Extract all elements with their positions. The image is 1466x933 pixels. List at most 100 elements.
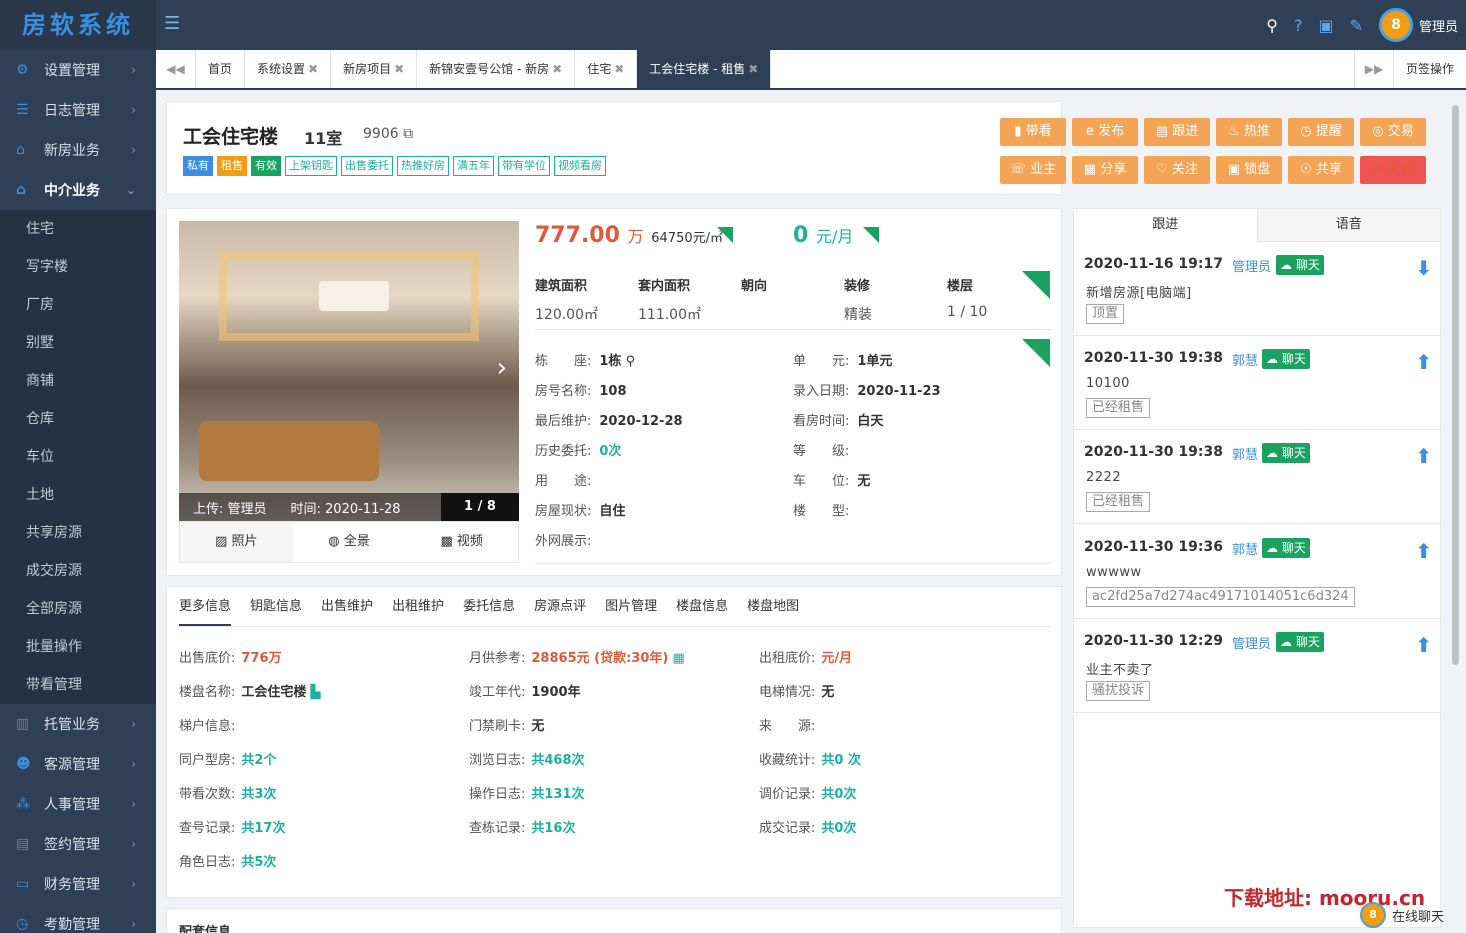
up-arrow-icon[interactable]: ⬆ (1415, 633, 1432, 657)
info-value[interactable]: 共131次 (531, 787, 584, 802)
follow-author[interactable]: 郭慧 (1232, 539, 1258, 558)
building-icon[interactable]: ▙ (311, 685, 321, 700)
follow-author[interactable]: 郭慧 (1232, 444, 1258, 463)
remind-button[interactable]: ◷ 提醒 (1288, 118, 1354, 146)
tab-photos[interactable]: ▨ 照片 (180, 522, 293, 562)
location-pin-icon[interactable]: ⚲ (626, 354, 636, 369)
tab-home[interactable]: 首页 (196, 50, 246, 88)
close-icon[interactable]: ✖ (552, 62, 562, 76)
up-arrow-icon[interactable]: ⬆ (1415, 539, 1432, 563)
info-value[interactable]: 共17次 (241, 821, 285, 836)
sidebar-subitem[interactable]: 厂房 (0, 286, 156, 324)
sidebar-item-finance[interactable]: ▭ 财务管理 › (0, 864, 156, 904)
scrollbar[interactable] (1452, 105, 1459, 665)
admin-name[interactable]: 管理员 (1419, 16, 1458, 35)
tab-settings[interactable]: 系统设置 ✖ (245, 50, 332, 88)
sidebar-subitem[interactable]: 全部房源 (0, 590, 156, 628)
sidebar-subitem[interactable]: 住宅 (0, 210, 156, 248)
sidebar-subitem[interactable]: 商铺 (0, 362, 156, 400)
tab-newhouse[interactable]: 新房项目 ✖ (331, 50, 418, 88)
tab-entrust[interactable]: 委托信息 (463, 587, 515, 626)
sidebar-subitem[interactable]: 批量操作 (0, 628, 156, 666)
chat-button[interactable]: ☁ 聊天 (1276, 255, 1324, 275)
tab-voice[interactable]: 语音 (1257, 209, 1440, 242)
info-value[interactable]: 共16次 (531, 821, 575, 836)
sidebar-item-logs[interactable]: ☰ 日志管理 › (0, 90, 156, 130)
tab-current[interactable]: 工会住宅楼 - 租售 ✖ (637, 50, 772, 88)
close-icon[interactable]: ✖ (394, 62, 404, 76)
info-value[interactable]: 共3次 (241, 787, 276, 802)
help-icon[interactable]: ? (1294, 16, 1303, 35)
edit-flag-icon[interactable] (863, 227, 879, 243)
edit-flag-icon[interactable] (1022, 339, 1050, 367)
sidebar-subitem[interactable]: 土地 (0, 476, 156, 514)
lock-button[interactable]: ▣ 锁盘 (1216, 156, 1282, 184)
info-value[interactable]: 共0次 (821, 821, 856, 836)
tab-estate-map[interactable]: 楼盘地图 (747, 587, 799, 626)
tab-follow[interactable]: 跟进 (1074, 209, 1258, 242)
tab-more-info[interactable]: 更多信息 (179, 587, 232, 626)
up-arrow-icon[interactable]: ⬆ (1415, 350, 1432, 374)
sidebar-item-settings[interactable]: ⚙ 设置管理 › (0, 50, 156, 90)
sidebar-subitem[interactable]: 仓库 (0, 400, 156, 438)
avatar[interactable]: 8 (1378, 8, 1413, 42)
sidebar-item-agency[interactable]: ⌂ 中介业务 ⌄ (0, 170, 156, 210)
close-icon[interactable]: ✖ (748, 62, 758, 76)
up-arrow-icon[interactable]: ⬆ (1415, 444, 1432, 468)
tab-prev-icon[interactable]: ◀◀ (156, 50, 196, 88)
sidebar-item-newhouse[interactable]: ⌂ 新房业务 › (0, 130, 156, 170)
tab-images[interactable]: 图片管理 (605, 587, 657, 626)
hamburger-icon[interactable]: ☰ (164, 13, 180, 34)
viewing-button[interactable]: ▮ 带看 (1000, 118, 1066, 146)
chat-button[interactable]: ☁ 聊天 (1262, 349, 1310, 369)
share-button[interactable]: ▦ 分享 (1072, 156, 1138, 184)
watch-button[interactable]: ♡ 关注 (1144, 156, 1210, 184)
chevron-right-icon[interactable]: › (497, 353, 507, 383)
sidebar-item-trust[interactable]: ▥ 托管业务 › (0, 704, 156, 744)
info-value[interactable]: 共468次 (531, 753, 584, 768)
info-value[interactable]: 共0次 (821, 787, 856, 802)
sidebar-item-contract[interactable]: ▤ 签约管理 › (0, 824, 156, 864)
tab-rent-maintain[interactable]: 出租维护 (392, 587, 444, 626)
follow-up-button[interactable]: ▤ 跟进 (1144, 118, 1210, 146)
calculator-icon[interactable]: ▦ (672, 651, 684, 666)
sidebar-subitem[interactable]: 成交房源 (0, 552, 156, 590)
sidebar-subitem[interactable]: 写字楼 (0, 248, 156, 286)
tab-review[interactable]: 房源点评 (534, 587, 586, 626)
sidebar-item-attendance[interactable]: ◷ 考勤管理 › (0, 904, 156, 933)
copy-icon[interactable]: ⧉ (403, 126, 413, 142)
clear-icon[interactable]: ▣ (1318, 16, 1333, 35)
sidebar-subitem[interactable]: 带看管理 (0, 666, 156, 704)
down-arrow-icon[interactable]: ⬇ (1415, 256, 1432, 280)
chat-button[interactable]: ☁ 聊天 (1262, 538, 1310, 558)
tab-project[interactable]: 新锦安壹号公馆 - 新房 ✖ (417, 50, 576, 88)
sidebar-subitem[interactable]: 别墅 (0, 324, 156, 362)
chat-button[interactable]: ☁ 聊天 (1276, 632, 1324, 652)
hot-button[interactable]: ♨ 热推 (1216, 118, 1282, 146)
owner-button[interactable]: ☏ 业主 (1000, 156, 1066, 184)
tab-residence[interactable]: 住宅 ✖ (575, 50, 638, 88)
edit-flag-icon[interactable] (717, 227, 733, 243)
publish-button[interactable]: e 发布 (1072, 118, 1138, 146)
tab-next-icon[interactable]: ▶▶ (1354, 50, 1394, 88)
trade-button[interactable]: ◎ 交易 (1360, 118, 1426, 146)
tab-keys[interactable]: 钥匙信息 (250, 587, 302, 626)
info-value[interactable]: 共0 次 (821, 753, 861, 768)
info-value[interactable]: 共5次 (241, 855, 276, 870)
sidebar-item-hr[interactable]: ⁂ 人事管理 › (0, 784, 156, 824)
close-icon[interactable]: ✖ (308, 62, 318, 76)
sidebar-subitem[interactable]: 共享房源 (0, 514, 156, 552)
follow-author[interactable]: 管理员 (1232, 256, 1271, 275)
follow-author[interactable]: 管理员 (1232, 633, 1271, 652)
edit-icon[interactable]: ✎ (1350, 16, 1363, 35)
tab-video[interactable]: ▩ 视频 (405, 522, 518, 562)
sidebar-item-clients[interactable]: ☻ 客源管理 › (0, 744, 156, 784)
detail-value[interactable]: 0次 (599, 444, 621, 459)
page-operations-button[interactable]: 页签操作 (1394, 50, 1466, 88)
tab-sale-maintain[interactable]: 出售维护 (321, 587, 373, 626)
search-icon[interactable]: ⚲ (1266, 16, 1278, 35)
tab-estate-info[interactable]: 楼盘信息 (676, 587, 728, 626)
invalid-button[interactable]: ⊘ 无效 (1360, 156, 1426, 184)
live-chat-button[interactable]: 8 在线聊天 (1360, 902, 1444, 928)
info-value[interactable]: 共2个 (241, 753, 276, 768)
